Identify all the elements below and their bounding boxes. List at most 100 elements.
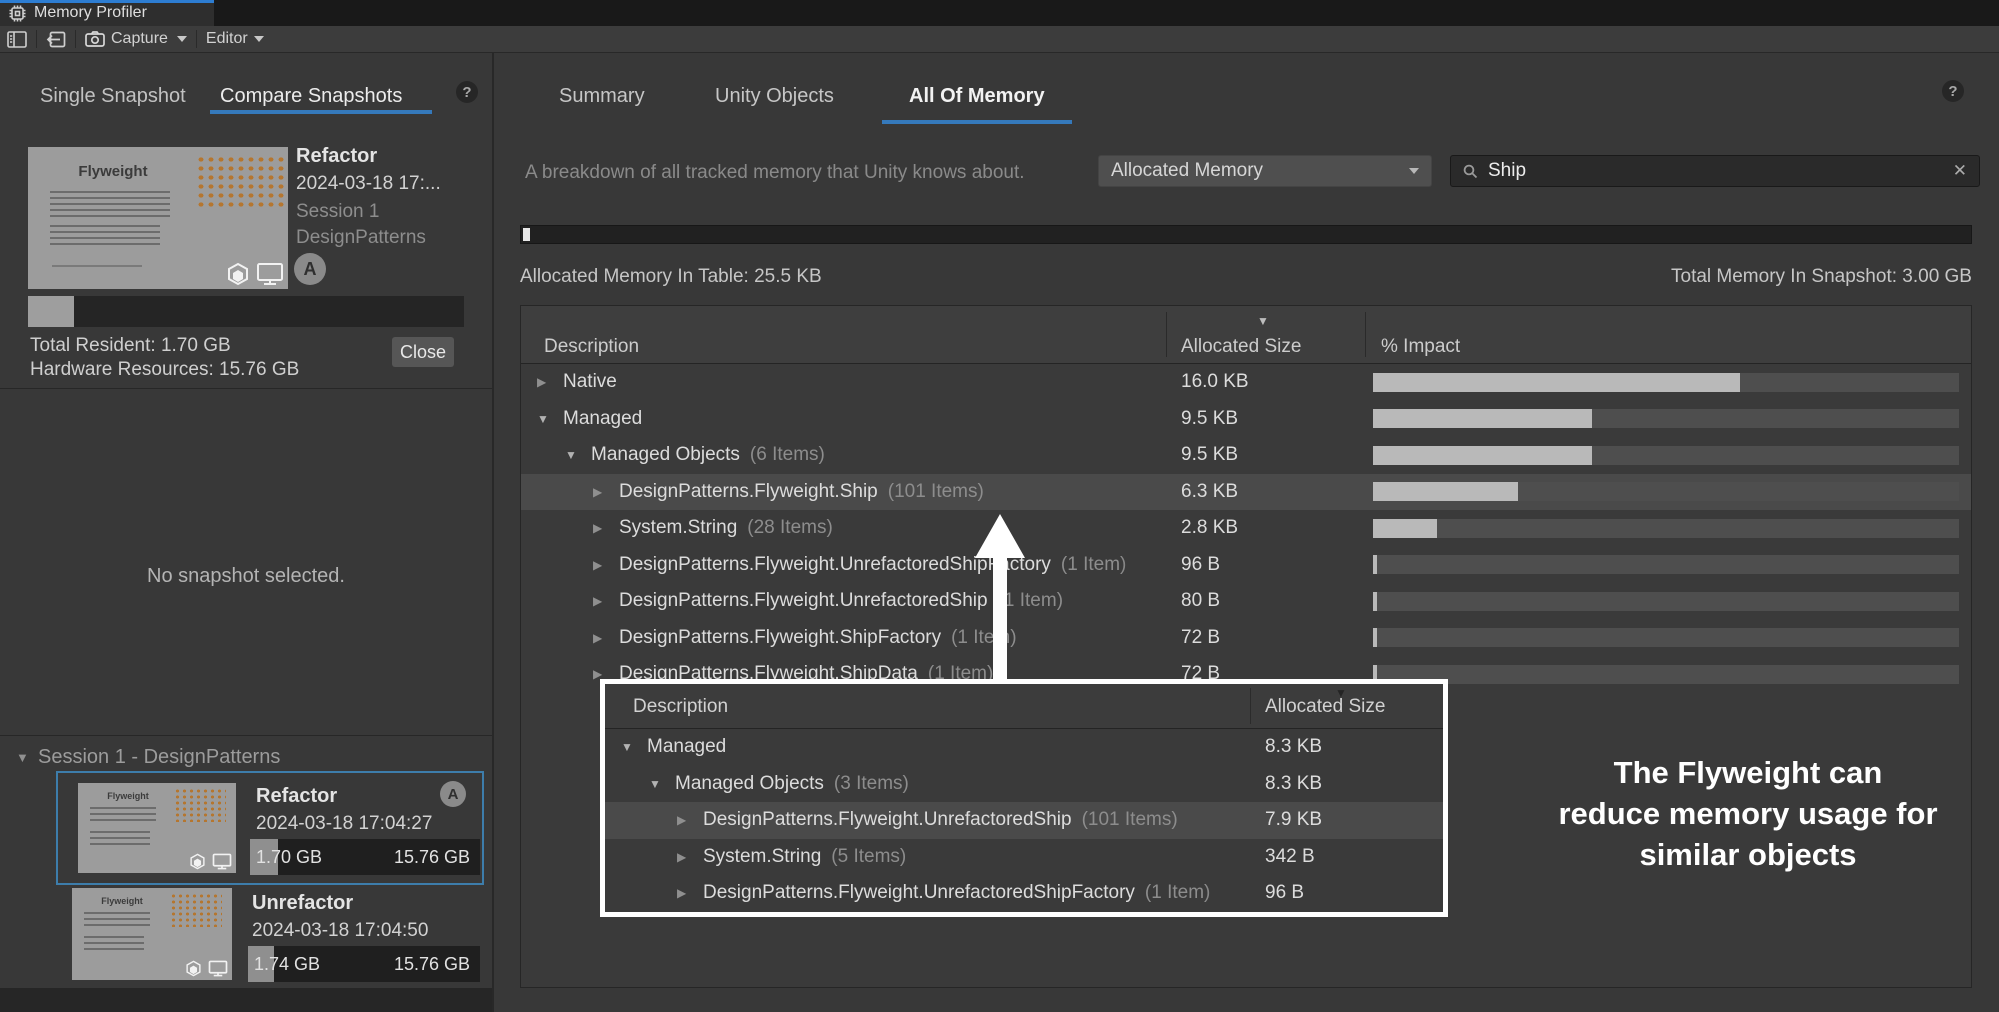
tab-compare-snapshots[interactable]: Compare Snapshots [220,85,402,108]
snapshot-card-unrefactor[interactable]: Flyweight Unrefactor 2024-03-18 17:04:50… [58,886,482,990]
popup-table-body: ▼ Managed 8.3 KB ▼ Managed Objects (3 Items) 8… [605,729,1443,912]
window-titlebar: Memory Profiler [0,0,1999,26]
monitor-icon [212,853,232,870]
snapshot-card-refactor[interactable]: Flyweight Refactor A 2024-03-18 17:04:27… [56,771,484,885]
row-label: System.String [703,845,822,867]
monitor-icon [257,263,283,285]
collapse-icon[interactable]: ▼ [621,740,647,754]
row-label: DesignPatterns.Flyweight.Ship [619,480,878,502]
row-label: Managed [563,407,643,429]
caption-line: reduce memory usage for [1558,796,1938,831]
session-expander-icon[interactable]: ▼ [16,750,29,765]
snapshot-name: Refactor [296,145,378,167]
expand-icon[interactable]: ▶ [677,886,703,900]
column-divider [1250,688,1251,724]
divider [0,735,492,736]
expand-icon[interactable]: ▶ [593,521,619,535]
row-description: ▶ DesignPatterns.Flyweight.ShipFactory (1 … [521,627,1166,649]
table-row[interactable]: ▶ DesignPatterns.Flyweight.UnrefactoredSh… [521,547,1971,584]
table-row[interactable]: ▶ DesignPatterns.Flyweight.UnrefactoredSh… [605,875,1443,912]
row-impact-cell [1365,409,1971,429]
column-description[interactable]: Description [633,696,728,718]
chevron-down-icon [1409,168,1419,174]
tab-all-of-memory[interactable]: All Of Memory [909,85,1045,108]
close-button[interactable]: Close [392,337,454,367]
resident-memory-bar-fill [28,296,74,327]
row-allocated-size: 2.8 KB [1181,517,1239,539]
table-row[interactable]: ▼ Managed 9.5 KB [521,401,1971,438]
column-allocated-size[interactable]: Allocated Size [1181,336,1301,358]
table-row[interactable]: ▼ Managed Objects (6 Items) 9.5 KB [521,437,1971,474]
help-icon[interactable]: ? [1942,80,1964,102]
snapshot-size: 1.74 GB [254,953,321,974]
table-row[interactable]: ▶ Native 16.0 KB [521,364,1971,401]
help-icon[interactable]: ? [456,81,478,103]
toggle-sidebar-button[interactable] [0,28,34,50]
memory-filter-dropdown[interactable]: Allocated Memory [1098,155,1432,187]
divider [0,388,492,389]
view-description: A breakdown of all tracked memory that U… [525,162,1025,183]
snapshot-thumbnail: Flyweight [78,783,236,873]
row-impact-cell [1365,518,1971,538]
collapse-icon[interactable]: ▼ [565,448,591,462]
snapshot-preview-image[interactable]: Flyweight [28,147,288,289]
table-row[interactable]: ▶ DesignPatterns.Flyweight.UnrefactoredSh… [521,583,1971,620]
tab-unity-objects[interactable]: Unity Objects [715,85,834,108]
expand-icon[interactable]: ▶ [537,375,563,389]
collapse-icon[interactable]: ▼ [649,777,675,791]
total-resident-label: Total Resident: 1.70 GB [30,335,231,356]
row-label: System.String [619,517,738,539]
row-description: ▶ System.String (5 Items) [605,846,1250,868]
snapshot-date: 2024-03-18 17:04:50 [252,920,429,941]
expand-icon[interactable]: ▶ [677,850,703,864]
column-impact[interactable]: % Impact [1381,336,1460,358]
clear-search-icon[interactable]: ✕ [1953,161,1967,181]
import-snapshot-button[interactable] [39,28,73,50]
thumb-title: Flyweight [101,896,143,906]
row-label: Managed Objects [591,444,740,466]
annotation-arrow-up [975,514,1025,682]
table-row[interactable]: ▼ Managed 8.3 KB [605,729,1443,766]
import-icon [46,31,66,47]
expand-icon[interactable]: ▶ [593,594,619,608]
tab-summary[interactable]: Summary [559,85,645,108]
row-item-count: (1 Item) [1144,882,1211,904]
column-divider[interactable] [1365,312,1366,357]
hardware-resources-label: Hardware Resources: 15.76 GB [30,359,300,380]
tab-single-snapshot[interactable]: Single Snapshot [40,85,186,108]
capture-dropdown[interactable] [175,28,194,50]
table-row[interactable]: ▶ DesignPatterns.Flyweight.Ship (101 Items… [521,473,1971,510]
table-row[interactable]: ▶ DesignPatterns.Flyweight.ShipFactory (1 … [521,620,1971,657]
row-allocated-size: 6.3 KB [1181,480,1239,502]
monitor-icon [208,960,228,977]
snapshot-name: Unrefactor [252,892,354,914]
table-row[interactable]: ▶ DesignPatterns.Flyweight.UnrefactoredSh… [605,802,1443,839]
table-row[interactable]: ▶ System.String (5 Items) 342 B [605,839,1443,876]
editor-dropdown[interactable]: Editor [199,28,271,50]
toolbar-separator [195,30,197,48]
table-row[interactable]: ▼ Managed Objects (3 Items) 8.3 KB [605,766,1443,803]
no-snapshot-message: No snapshot selected. [147,565,345,587]
expand-icon[interactable]: ▶ [677,813,703,827]
impact-bar-track [1373,518,1959,538]
column-divider[interactable] [1166,312,1167,357]
ship-grid-pattern [174,788,226,822]
comparison-popup: Description ▼ Allocated Size ▼ Managed 8.3… [600,679,1448,917]
expand-icon[interactable]: ▶ [593,631,619,645]
row-item-count: (1 Item) [1060,553,1127,575]
toolbar-separator [36,30,37,48]
column-description[interactable]: Description [544,336,639,358]
table-row[interactable]: ▶ System.String (28 Items) 2.8 KB [521,510,1971,547]
row-description: ▶ DesignPatterns.Flyweight.UnrefactoredSh… [521,554,1166,576]
expand-icon[interactable]: ▶ [593,485,619,499]
sidebar: Single Snapshot Compare Snapshots ? Flyw… [0,53,492,1012]
active-tab-underline [882,120,1072,124]
row-allocated-size: 342 B [1265,845,1315,867]
search-input[interactable]: Ship ✕ [1450,155,1980,187]
collapse-icon[interactable]: ▼ [537,412,563,426]
row-impact-cell [1365,628,1971,648]
unity-cube-icon [186,960,201,977]
column-allocated-size[interactable]: Allocated Size [1265,696,1385,718]
capture-button[interactable]: Capture [78,28,175,50]
expand-icon[interactable]: ▶ [593,558,619,572]
